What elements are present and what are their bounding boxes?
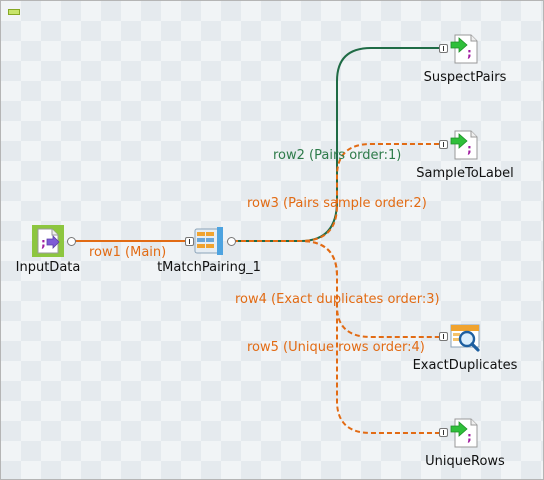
component-label-match: tMatchPairing_1 (157, 260, 261, 275)
component-sample-to-label[interactable]: ; SampleToLabel (416, 129, 514, 181)
component-label-sample: SampleToLabel (416, 166, 514, 181)
svg-text:;: ; (467, 46, 472, 60)
component-label-input: InputData (15, 260, 81, 275)
output-port[interactable] (227, 237, 236, 246)
input-port[interactable] (439, 44, 448, 53)
component-label-suspect: SuspectPairs (423, 70, 507, 85)
file-output-icon: ; (450, 130, 478, 160)
svg-text:;: ; (41, 236, 46, 250)
job-design-canvas[interactable]: ; InputData tMatchPairing_1 ; SuspectPai… (0, 0, 544, 480)
output-port[interactable] (67, 237, 76, 246)
magnifier-table-icon (450, 324, 480, 352)
component-unique-rows[interactable]: ; UniqueRows (425, 417, 505, 469)
link-label-row4[interactable]: row4 (Exact duplicates order:3) (235, 292, 440, 307)
input-port[interactable] (185, 237, 194, 246)
link-label-row3[interactable]: row3 (Pairs sample order:2) (247, 196, 427, 211)
input-port[interactable] (439, 140, 448, 149)
file-output-icon: ; (450, 34, 478, 64)
component-exact-duplicates[interactable]: ExactDuplicates (413, 321, 517, 373)
link-row2 (233, 47, 440, 242)
link-label-row2[interactable]: row2 (Pairs order:1) (273, 148, 401, 163)
link-row5 (233, 240, 440, 434)
component-input-data[interactable]: ; InputData (16, 225, 80, 275)
component-label-exact: ExactDuplicates (412, 358, 518, 373)
file-output-icon: ; (450, 418, 478, 448)
component-label-unique: UniqueRows (425, 454, 505, 469)
link-label-row5[interactable]: row5 (Unique rows order:4) (247, 340, 425, 355)
svg-text:;: ; (467, 430, 472, 444)
input-port[interactable] (439, 332, 448, 341)
component-suspect-pairs[interactable]: ; SuspectPairs (424, 33, 506, 85)
link-label-row1[interactable]: row1 (Main) (89, 245, 166, 260)
component-tmatchpairing[interactable]: tMatchPairing_1 (157, 225, 261, 275)
input-port[interactable] (439, 428, 448, 437)
file-input-icon: ; (32, 225, 64, 257)
svg-text:;: ; (467, 142, 472, 156)
match-pairing-icon (194, 227, 223, 255)
